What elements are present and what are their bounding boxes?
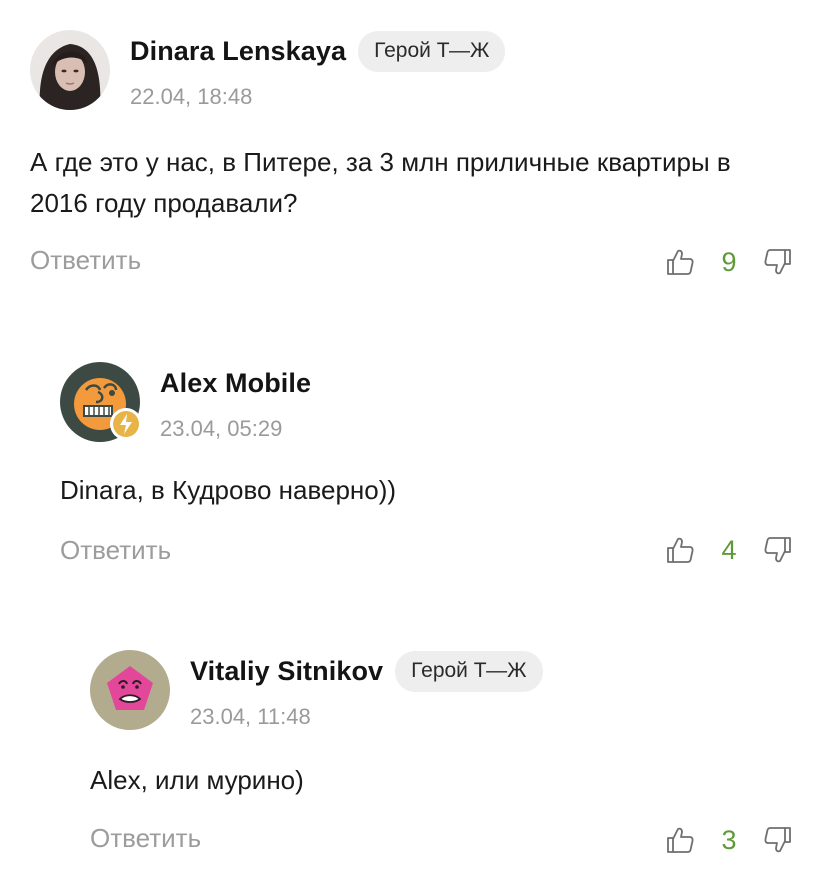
author-name[interactable]: Vitaliy Sitnikov (190, 656, 383, 687)
dislike-button[interactable] (762, 246, 794, 278)
thumbs-down-icon (764, 249, 791, 275)
dislike-button[interactable] (762, 534, 794, 566)
thumbs-down-icon (764, 827, 791, 853)
comment-text: Alex, или мурино) (90, 765, 304, 795)
score-value: 3 (721, 824, 737, 855)
comment-text: Dinara, в Кудрово наверно)) (60, 475, 397, 505)
hero-badge: Герой Т—Ж (395, 650, 543, 692)
hero-badge: Герой Т—Ж (358, 30, 506, 72)
user-photo-avatar-icon (30, 30, 110, 110)
author-name[interactable]: Dinara Lenskaya (130, 36, 346, 67)
vote-controls: 4 (664, 534, 794, 566)
thumbs-up-icon (667, 249, 694, 275)
thumbs-up-icon (667, 827, 694, 853)
vote-controls: 9 (664, 246, 794, 278)
author-line: Dinara Lenskaya Герой Т—Ж (130, 30, 506, 72)
like-button[interactable] (664, 246, 696, 278)
comment-date[interactable]: 23.04, 05:29 (160, 416, 282, 442)
avatar[interactable] (60, 362, 142, 442)
score-value: 9 (721, 246, 737, 277)
author-line: Vitaliy Sitnikov Герой Т—Ж (190, 650, 543, 692)
dislike-button[interactable] (762, 824, 794, 856)
author-line: Alex Mobile (160, 362, 311, 404)
avatar[interactable] (90, 650, 170, 730)
reply-button[interactable]: Ответить (90, 823, 201, 854)
reply-button[interactable]: Ответить (60, 535, 171, 566)
reply-button[interactable]: Ответить (30, 245, 141, 276)
comment-date[interactable]: 22.04, 18:48 (130, 84, 252, 110)
score-value: 4 (721, 534, 737, 565)
like-button[interactable] (664, 534, 696, 566)
thumbs-up-icon (667, 537, 694, 563)
author-name[interactable]: Alex Mobile (160, 368, 311, 399)
comment-date[interactable]: 23.04, 11:48 (190, 704, 311, 730)
pink-pentagon-face-avatar-icon (90, 650, 170, 730)
vote-controls: 3 (664, 824, 794, 856)
avatar[interactable] (30, 30, 110, 110)
like-button[interactable] (664, 824, 696, 856)
thumbs-down-icon (764, 537, 791, 563)
orange-face-avatar-icon (60, 362, 142, 442)
comment-text: А где это у нас, в Питере, за 3 млн прил… (30, 147, 731, 218)
